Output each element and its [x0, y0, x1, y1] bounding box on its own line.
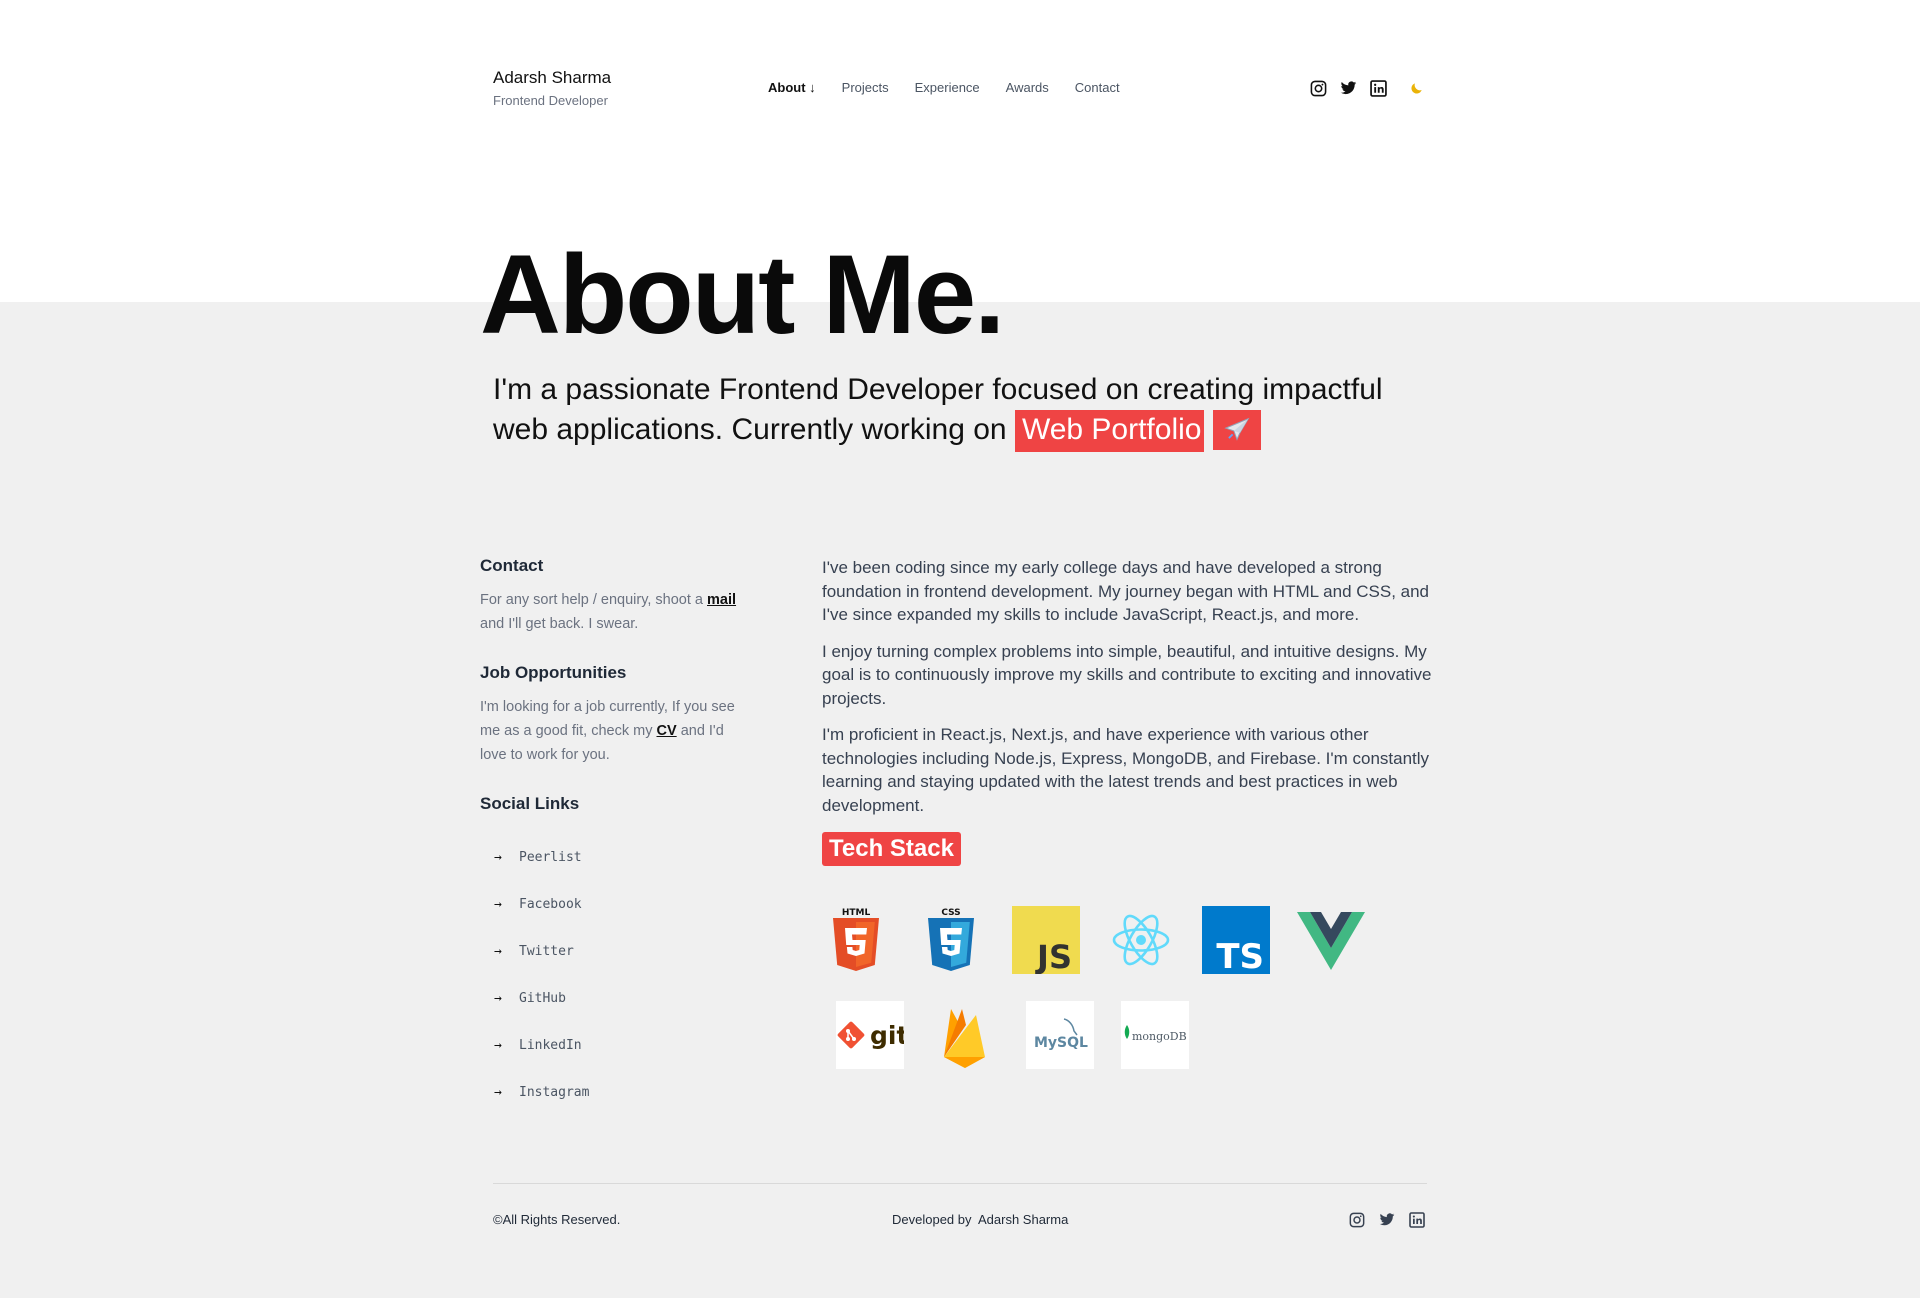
brand-name[interactable]: Adarsh Sharma [493, 68, 611, 88]
css-label: CSS [941, 908, 960, 918]
cv-link[interactable]: CV [657, 723, 677, 739]
instagram-icon[interactable] [1308, 78, 1328, 98]
arrow-icon: → [494, 1038, 502, 1053]
social-link-peerlist[interactable]: → Peerlist [480, 834, 750, 881]
social-link-twitter[interactable]: → Twitter [480, 928, 750, 975]
firebase-icon [931, 1001, 999, 1069]
footer-divider [493, 1183, 1427, 1184]
social-link-instagram[interactable]: → Instagram [480, 1069, 750, 1116]
social-label: GitHub [519, 991, 566, 1006]
social-label: Peerlist [519, 850, 582, 865]
linkedin-icon[interactable] [1407, 1210, 1427, 1230]
arrow-icon: → [494, 991, 502, 1006]
about-paragraph: I've been coding since my early college … [822, 558, 1430, 624]
main-nav: About ↓ Projects Experience Awards Conta… [768, 80, 1146, 95]
social-list: → Peerlist → Facebook → Twitter → GitHub… [480, 834, 750, 1116]
react-icon [1107, 906, 1175, 974]
nav-about[interactable]: About ↓ [768, 80, 816, 95]
mysql-label: MySQL [1034, 1035, 1088, 1051]
social-label: LinkedIn [519, 1038, 582, 1053]
social-link-linkedin[interactable]: → LinkedIn [480, 1022, 750, 1069]
arrow-icon: → [494, 1085, 502, 1100]
current-project-highlight[interactable]: Web Portfolio [1014, 410, 1205, 452]
site-header: Adarsh Sharma Frontend Developer About ↓… [493, 66, 1427, 116]
mongodb-icon: mongoDB [1121, 1001, 1189, 1069]
instagram-icon[interactable] [1347, 1210, 1367, 1230]
social-title: Social Links [480, 794, 580, 813]
html5-icon: HTML [822, 906, 890, 974]
jobs-text: I'm looking for a job currently, If you … [480, 695, 750, 767]
tagline: I'm a passionate Frontend Developer focu… [493, 370, 1433, 452]
javascript-icon: JS [1012, 906, 1080, 974]
typescript-icon: TS [1202, 906, 1270, 974]
moon-icon[interactable] [1407, 78, 1427, 98]
twitter-icon[interactable] [1377, 1210, 1397, 1230]
html-label: HTML [842, 908, 871, 918]
arrow-icon: → [494, 850, 502, 865]
contact-text: For any sort help / enquiry, shoot a mai… [480, 588, 750, 636]
contact-text-before: For any sort help / enquiry, shoot a [480, 592, 703, 608]
footer-social-icons [1337, 1210, 1427, 1230]
vue-icon [1297, 906, 1365, 974]
tech-stack-title: Tech Stack [822, 832, 961, 866]
nav-experience[interactable]: Experience [915, 80, 980, 95]
copyright: ©All Rights Reserved. [493, 1212, 621, 1227]
js-label: JS [1035, 938, 1072, 974]
arrow-icon: → [494, 944, 502, 959]
linkedin-icon[interactable] [1368, 78, 1388, 98]
social-section: Social Links → Peerlist → Facebook → Twi… [480, 794, 750, 1116]
git-icon: git [836, 1001, 904, 1069]
ts-label: TS [1216, 937, 1264, 974]
developer-credit: Developed by Adarsh Sharma [892, 1212, 1069, 1227]
nav-projects[interactable]: Projects [842, 80, 889, 95]
header-social-icons [1298, 78, 1427, 98]
mongodb-label: mongoDB [1132, 1030, 1187, 1043]
about-content: I've been coding since my early college … [822, 556, 1432, 1069]
git-label: git [870, 1021, 904, 1050]
arrow-icon: → [494, 897, 502, 912]
social-label: Instagram [519, 1085, 590, 1100]
contact-text-after: and I'll get back. I swear. [480, 616, 639, 632]
social-link-facebook[interactable]: → Facebook [480, 881, 750, 928]
nav-awards[interactable]: Awards [1006, 80, 1049, 95]
css3-icon: CSS [917, 906, 985, 974]
mail-link[interactable]: mail [707, 592, 736, 608]
twitter-icon[interactable] [1338, 78, 1358, 98]
social-label: Twitter [519, 944, 574, 959]
contact-title: Contact [480, 556, 544, 575]
about-paragraph: I enjoy turning complex problems into si… [822, 641, 1432, 708]
about-paragraph: I'm proficient in React.js, Next.js, and… [822, 725, 1430, 815]
brand-role: Frontend Developer [493, 93, 608, 108]
jobs-title: Job Opportunities [480, 663, 627, 682]
contact-section: Contact For any sort help / enquiry, sho… [480, 556, 750, 636]
social-label: Facebook [519, 897, 582, 912]
page-title: About Me. [480, 232, 1005, 357]
sidebar-info: Contact For any sort help / enquiry, sho… [480, 556, 750, 1116]
social-link-github[interactable]: → GitHub [480, 975, 750, 1022]
jobs-section: Job Opportunities I'm looking for a job … [480, 663, 750, 767]
airplane-icon [1212, 410, 1261, 450]
nav-contact[interactable]: Contact [1075, 80, 1120, 95]
mysql-icon: MySQL [1026, 1001, 1094, 1069]
